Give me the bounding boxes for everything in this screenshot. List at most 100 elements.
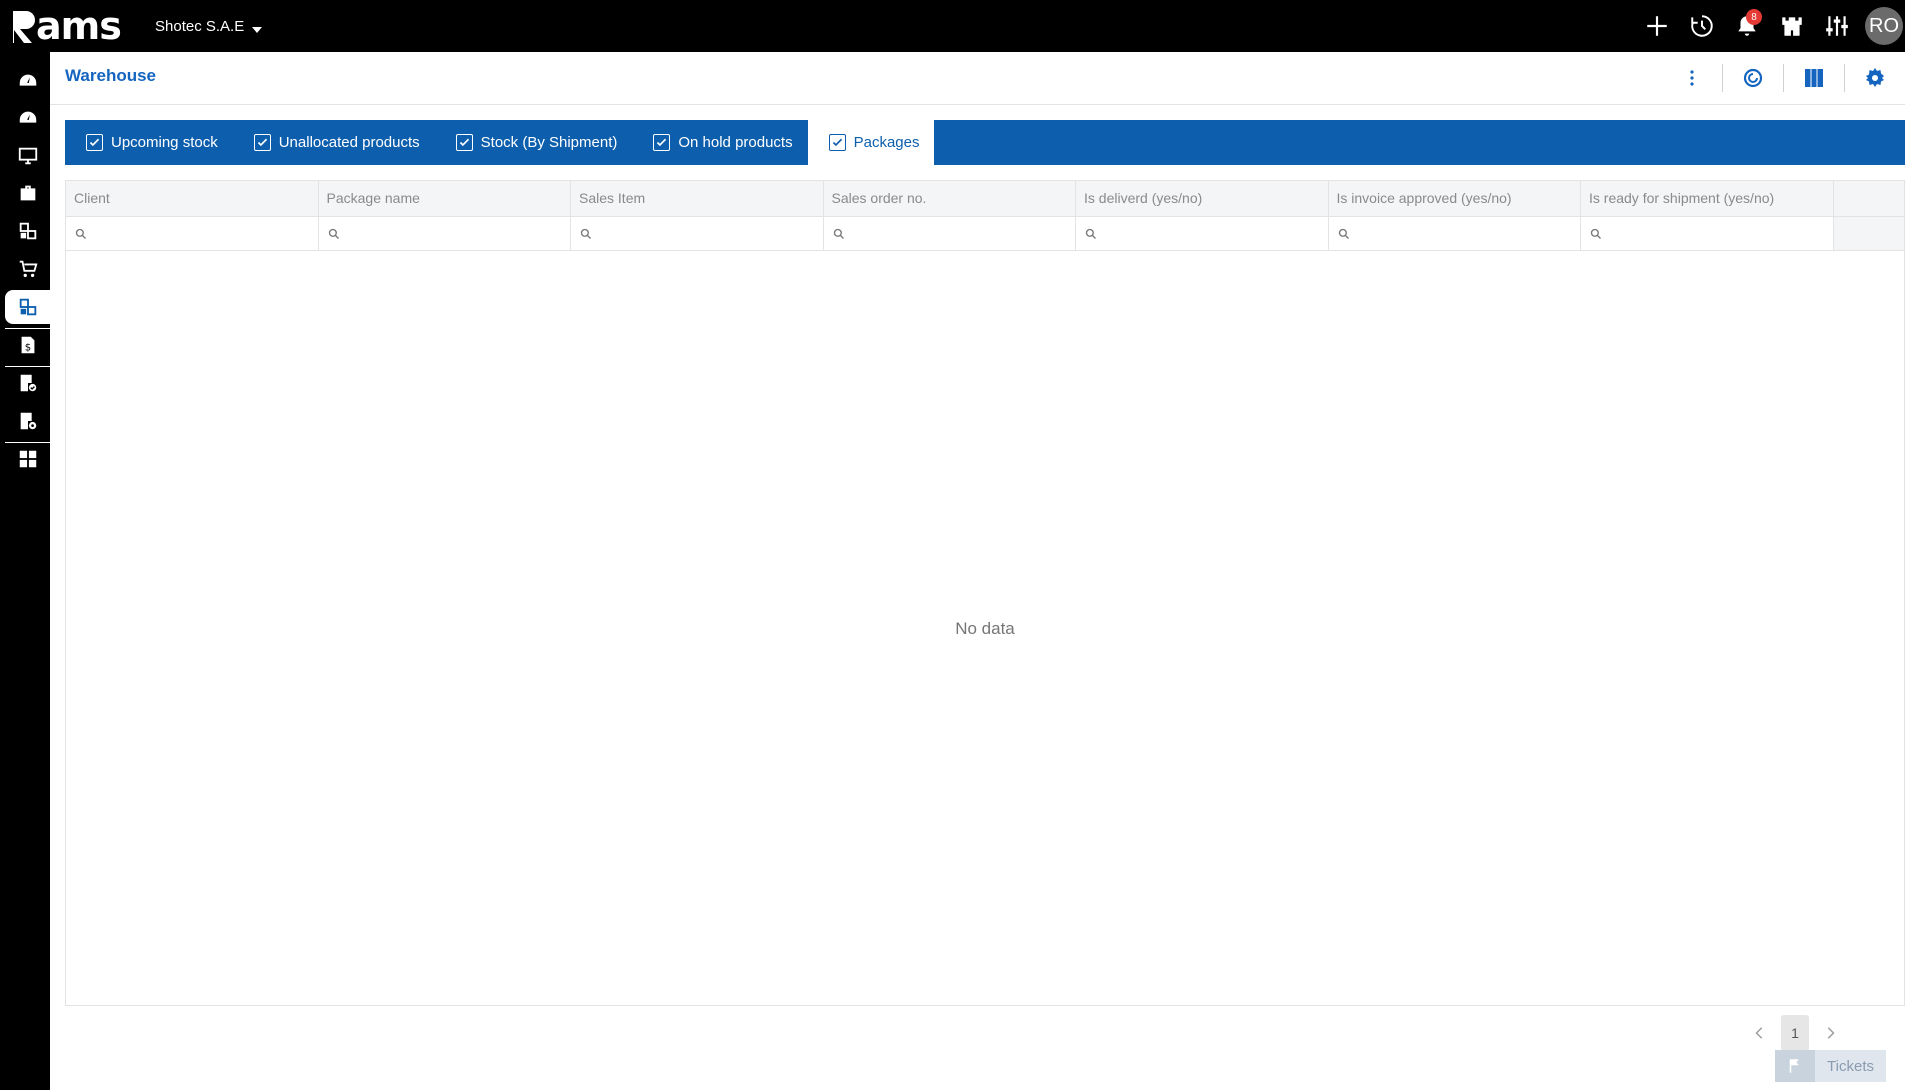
document-check-icon: [20, 374, 36, 392]
columns-button[interactable]: [1784, 52, 1844, 104]
monitor-icon: [18, 147, 37, 165]
checkbox[interactable]: [455, 134, 473, 151]
tab-bar: Upcoming stock Unallocated products Stoc…: [65, 120, 1905, 165]
filter-is-ready-for-shipment[interactable]: [1581, 217, 1834, 250]
column-header-sales-order-no[interactable]: Sales order no.: [824, 181, 1076, 216]
tab-label: Stock (By Shipment): [480, 134, 618, 151]
document-settings-icon: [20, 412, 36, 430]
sidebar-item-grid-layout[interactable]: [5, 442, 50, 476]
sidebar-item-dashboard-alt[interactable]: [5, 101, 50, 135]
column-header-is-ready-for-shipment[interactable]: Is ready for shipment (yes/no): [1581, 181, 1834, 216]
filter-package-name[interactable]: [319, 217, 571, 250]
company-selector[interactable]: Shotec S.A.E: [155, 18, 263, 35]
chevron-right-icon: [1827, 1027, 1835, 1039]
tab-packages[interactable]: Packages: [807, 120, 935, 165]
history-button[interactable]: [1679, 0, 1724, 52]
page-title: Warehouse: [65, 66, 157, 85]
column-header-client[interactable]: Client: [66, 181, 319, 216]
castle-icon: [1781, 17, 1802, 36]
search-icon: [580, 228, 591, 239]
sidebar-item-cart[interactable]: [5, 252, 50, 286]
user-avatar[interactable]: RO: [1865, 7, 1903, 45]
tab-label: Packages: [853, 134, 920, 151]
column-header-actions: [1834, 181, 1904, 216]
check-icon: [89, 138, 100, 147]
logo-text: ams: [36, 4, 122, 48]
sidebar: $: [0, 52, 50, 1090]
company-name: Shotec S.A.E: [155, 18, 245, 35]
packages-grid: Client Package name Sales Item Sales ord…: [65, 180, 1905, 1006]
checkbox[interactable]: [653, 134, 671, 151]
chevron-left-icon: [1755, 1027, 1763, 1039]
sidebar-item-warehouse[interactable]: [5, 214, 50, 248]
search-icon: [1085, 228, 1096, 239]
cart-icon: [19, 260, 37, 278]
page-header: Warehouse: [50, 52, 1905, 105]
filter-actions: [1833, 217, 1904, 250]
chevron-down-icon: [252, 26, 263, 33]
tickets-label: Tickets: [1827, 1057, 1874, 1075]
filter-is-invoice-approved[interactable]: [1329, 217, 1581, 250]
sidebar-item-monitor[interactable]: [5, 139, 50, 173]
column-header-package-name[interactable]: Package name: [319, 181, 571, 216]
filter-is-delivered[interactable]: [1076, 217, 1329, 250]
notifications-button[interactable]: 8: [1724, 0, 1769, 52]
search-icon: [1590, 228, 1601, 239]
castle-button[interactable]: [1769, 0, 1814, 52]
search-icon: [328, 228, 339, 239]
sliders-icon: [1825, 16, 1848, 36]
checkbox[interactable]: [828, 134, 846, 151]
empty-state-text: No data: [955, 619, 1015, 638]
settings-sliders-button[interactable]: [1814, 0, 1859, 52]
sidebar-item-dashboard[interactable]: [5, 64, 50, 98]
search-icon: [75, 228, 86, 239]
tab-stock-by-shipment[interactable]: Stock (By Shipment): [435, 120, 633, 165]
next-page-button[interactable]: [1815, 1015, 1845, 1051]
column-header-is-invoice-approved[interactable]: Is invoice approved (yes/no): [1329, 181, 1581, 216]
sidebar-item-document-check[interactable]: [5, 366, 50, 400]
tab-label: On hold products: [678, 134, 793, 151]
tab-label: Unallocated products: [278, 134, 420, 151]
checkbox[interactable]: [253, 134, 271, 151]
grid-header-row: Client Package name Sales Item Sales ord…: [66, 181, 1904, 217]
check-icon: [657, 138, 667, 147]
grid-layout-icon: [19, 450, 36, 468]
previous-page-button[interactable]: [1745, 1015, 1775, 1051]
briefcase-icon: [20, 185, 35, 201]
checkbox[interactable]: [86, 134, 103, 151]
pagination: 1: [1745, 1015, 1845, 1051]
dashboard-alt-icon: [19, 111, 36, 123]
filter-client[interactable]: [66, 217, 319, 250]
search-icon: [833, 228, 844, 239]
tab-label: Upcoming stock: [111, 134, 218, 151]
invoice-dollar-icon: $: [21, 336, 34, 354]
sidebar-item-briefcase[interactable]: [5, 176, 50, 210]
refresh-button[interactable]: [1723, 52, 1783, 104]
check-icon: [459, 138, 469, 147]
grid-filter-row: [66, 217, 1904, 251]
filter-sales-item[interactable]: [571, 217, 824, 250]
tab-upcoming-stock[interactable]: Upcoming stock: [65, 120, 233, 165]
tickets-button[interactable]: Tickets: [1775, 1050, 1886, 1082]
warehouse-active-icon: [19, 298, 36, 316]
tab-unallocated-products[interactable]: Unallocated products: [233, 120, 435, 165]
column-header-sales-item[interactable]: Sales Item: [571, 181, 824, 216]
add-button[interactable]: [1634, 0, 1679, 52]
more-options-button[interactable]: [1662, 52, 1722, 104]
sidebar-item-document-settings[interactable]: [5, 404, 50, 438]
settings-button[interactable]: [1845, 52, 1905, 104]
svg-text:$: $: [24, 343, 30, 354]
warehouse-icon: [19, 222, 36, 240]
columns-icon: [1805, 69, 1823, 87]
sidebar-item-warehouse-active[interactable]: [5, 290, 50, 324]
check-icon: [257, 138, 267, 147]
check-icon: [832, 138, 842, 147]
app-logo[interactable]: ams: [10, 4, 122, 48]
sidebar-item-invoice[interactable]: $: [5, 328, 50, 362]
search-icon: [1338, 228, 1349, 239]
tab-on-hold-products[interactable]: On hold products: [632, 120, 807, 165]
filter-sales-order-no[interactable]: [824, 217, 1076, 250]
column-header-is-delivered[interactable]: Is deliverd (yes/no): [1076, 181, 1329, 216]
page-number-button[interactable]: 1: [1781, 1015, 1809, 1051]
history-icon: [1690, 15, 1713, 37]
